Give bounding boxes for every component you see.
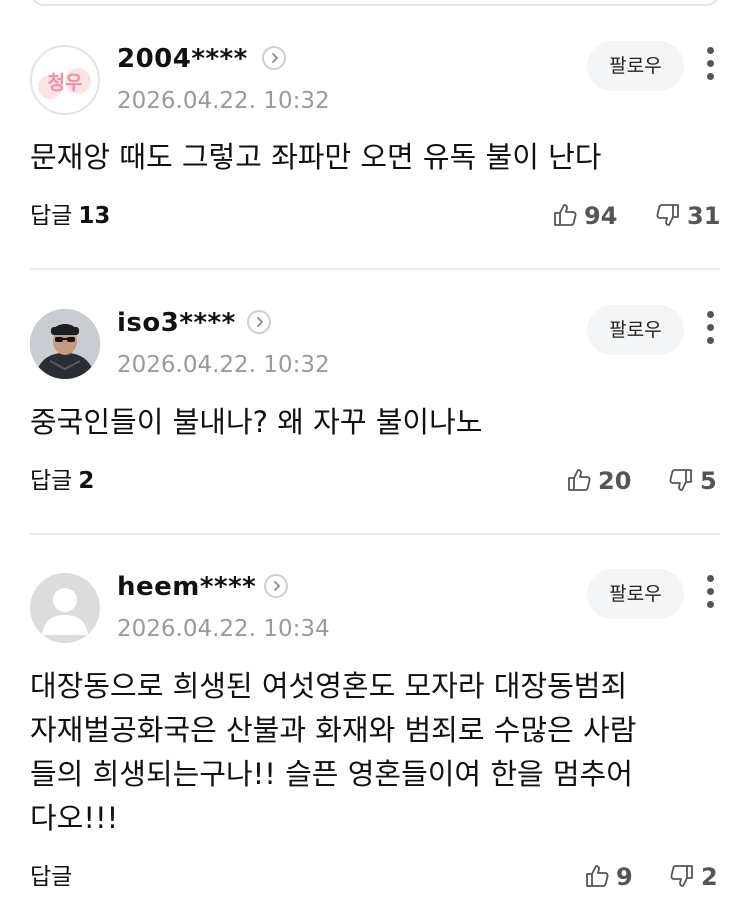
comment-text: 문재앙 때도 그렇고 좌파만 오면 유독 불이 난다	[30, 140, 602, 174]
like-button[interactable]: 20	[566, 466, 631, 496]
chevron-right-icon[interactable]	[247, 310, 271, 334]
thumbs-down-icon	[669, 469, 692, 491]
dislike-count: 2	[701, 863, 718, 891]
chevron-right-icon[interactable]	[262, 46, 286, 70]
like-count: 20	[598, 467, 632, 495]
more-vertical-icon[interactable]	[698, 572, 724, 612]
previous-comment-card	[30, 0, 720, 6]
default-user-icon[interactable]	[30, 573, 100, 643]
thumbs-up-icon	[586, 865, 609, 887]
username[interactable]: 2004****	[117, 44, 248, 74]
avatar[interactable]	[30, 309, 100, 379]
dislike-button[interactable]: 5	[668, 466, 717, 496]
comment-text: 대장동으로 희생된 여섯영혼도 모자라 대장동범죄 자재벌공화국은 산불과 화재…	[30, 669, 637, 835]
reply-label: 답글	[30, 203, 73, 229]
dislike-count: 5	[700, 467, 717, 495]
dislike-count: 31	[687, 202, 721, 230]
follow-button[interactable]: 팔로우	[587, 305, 684, 355]
divider	[30, 533, 720, 535]
reply-label: 답글	[30, 468, 73, 494]
avatar[interactable]: 청우	[30, 45, 100, 115]
dislike-button[interactable]: 2	[669, 862, 718, 892]
thumbs-up-icon	[554, 204, 577, 226]
like-button[interactable]: 94	[552, 201, 617, 231]
reply-button[interactable]: 답글	[30, 863, 78, 891]
timestamp: 2026.04.22. 10:34	[117, 616, 330, 642]
divider	[30, 268, 720, 270]
reply-label: 답글	[30, 864, 73, 890]
thumbs-up-icon	[568, 469, 591, 491]
reply-button[interactable]: 답글 13	[30, 202, 110, 230]
thumbs-down-icon	[670, 865, 693, 887]
username[interactable]: iso3****	[117, 308, 236, 338]
username[interactable]: heem****	[117, 572, 256, 602]
avatar-text: 청우	[48, 72, 83, 94]
comment-text: 중국인들이 불내나? 왜 자꾸 불이나노	[30, 405, 483, 439]
like-count: 9	[616, 863, 633, 891]
like-button[interactable]: 9	[584, 862, 633, 892]
timestamp: 2026.04.22. 10:32	[117, 88, 330, 114]
reply-count: 2	[78, 468, 95, 494]
timestamp: 2026.04.22. 10:32	[117, 352, 330, 378]
more-vertical-icon[interactable]	[698, 44, 724, 84]
more-vertical-icon[interactable]	[698, 308, 724, 348]
reply-button[interactable]: 답글 2	[30, 467, 94, 495]
reply-count: 13	[78, 203, 111, 229]
like-count: 94	[584, 202, 618, 230]
follow-button[interactable]: 팔로우	[587, 41, 684, 91]
follow-button[interactable]: 팔로우	[587, 569, 684, 619]
chevron-right-icon[interactable]	[264, 574, 288, 598]
dislike-button[interactable]: 31	[655, 201, 720, 231]
thumbs-down-icon	[656, 204, 679, 226]
